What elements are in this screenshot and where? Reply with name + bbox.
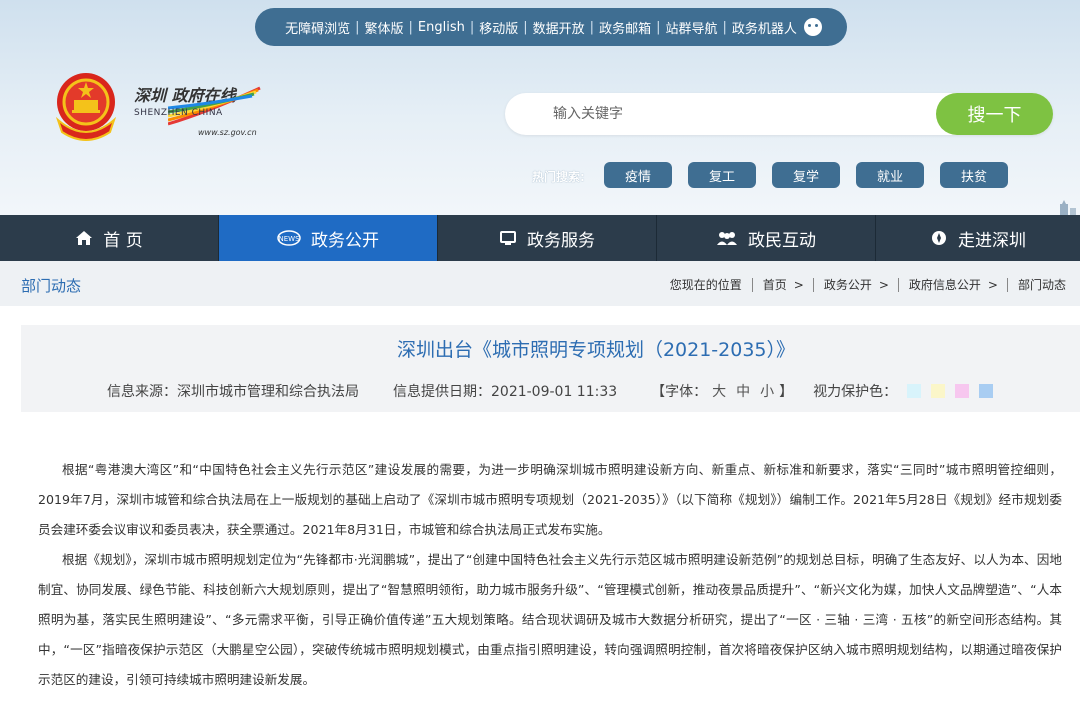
link-accessibility[interactable]: 无障碍浏览 [280, 18, 355, 37]
hot-tag-employment[interactable]: 就业 [856, 162, 924, 188]
article-meta: 信息来源：深圳市城市管理和综合执法局 信息提供日期：2021-09-01 11:… [107, 381, 994, 401]
main-nav: 首 页 NEWS 政务公开 政务服务 政民互动 走进深圳 [0, 215, 1080, 261]
breadcrumb-location-label: 您现在的位置 [669, 278, 742, 292]
article-source: 信息来源：深圳市城市管理和综合执法局 [107, 384, 359, 400]
font-size-close: 】 [779, 384, 794, 400]
breadcrumb: 您现在的位置 首页 > 政务公开 > 政府信息公开 > 部门动态 [666, 276, 1070, 293]
nav-gov-services[interactable]: 政务服务 [438, 215, 657, 261]
nav-about-shenzhen[interactable]: 走进深圳 [876, 215, 1080, 261]
hot-tag-epidemic[interactable]: 疫情 [604, 162, 672, 188]
article-paragraph: 根据《规划》，深圳市城市照明规划定位为“先锋都市·光润鹏城”，提出了“创建中国特… [38, 552, 1062, 687]
eye-color-yellow[interactable] [931, 384, 946, 398]
monitor-icon [500, 231, 516, 245]
font-small-button[interactable]: 小 [760, 381, 774, 401]
eye-color-pink[interactable] [955, 384, 970, 398]
national-emblem-icon [55, 73, 117, 141]
article-header: 深圳出台《城市照明专项规划（2021-2035）》 信息来源：深圳市城市管理和综… [21, 325, 1080, 412]
home-icon [76, 231, 93, 245]
search-input[interactable] [553, 93, 933, 135]
nav-home[interactable]: 首 页 [0, 215, 219, 261]
rainbow-swoosh-icon [168, 86, 261, 126]
font-large-button[interactable]: 大 [712, 381, 726, 401]
search-button[interactable]: 搜一下 [936, 93, 1053, 135]
breadcrumb-gov-info[interactable]: 政府信息公开 [905, 276, 985, 293]
people-icon [717, 232, 737, 245]
breadcrumb-home[interactable]: 首页 [759, 276, 791, 293]
link-traditional[interactable]: 繁体版 [360, 18, 409, 37]
svg-text:NEWS: NEWS [278, 235, 300, 243]
news-icon: NEWS [277, 230, 301, 246]
robot-icon[interactable] [803, 18, 822, 36]
eye-color-cyan[interactable] [907, 384, 922, 398]
hot-tag-work-resumption[interactable]: 复工 [688, 162, 756, 188]
article-date: 信息提供日期：2021-09-01 11:33 [393, 384, 618, 400]
top-links-bar: 无障碍浏览 | 繁体版 | English | 移动版 | 数据开放 | 政务邮… [255, 8, 847, 46]
hot-tag-poverty[interactable]: 扶贫 [940, 162, 1008, 188]
shenzhen-gov-logo[interactable]: 深圳 政府在线 SHENZHEN CHINA www.sz.gov.cn [128, 78, 268, 140]
section-title: 部门动态 [21, 277, 82, 295]
breadcrumb-bar: 部门动态 您现在的位置 首页 > 政务公开 > 政府信息公开 > 部门动态 [0, 261, 1080, 306]
site-header: 无障碍浏览 | 繁体版 | English | 移动版 | 数据开放 | 政务邮… [0, 0, 1080, 215]
font-size-label: 【字体： [651, 384, 708, 400]
nav-interaction[interactable]: 政民互动 [657, 215, 876, 261]
eye-color-blue[interactable] [979, 384, 994, 398]
breadcrumb-gov-affairs[interactable]: 政务公开 [820, 276, 876, 293]
breadcrumb-dept-news[interactable]: 部门动态 [1014, 276, 1070, 293]
link-english[interactable]: English [413, 20, 470, 35]
link-robot[interactable]: 政务机器人 [727, 18, 802, 37]
link-mobile[interactable]: 移动版 [474, 18, 523, 37]
nav-gov-affairs[interactable]: NEWS 政务公开 [219, 215, 438, 261]
article-body: 根据“粤港澳大湾区”和“中国特色社会主义先行示范区”建设发展的需要，为进一步明确… [38, 455, 1062, 695]
hot-search-label: 热门搜索: [532, 170, 585, 184]
compass-icon [932, 231, 946, 245]
article-title: 深圳出台《城市照明专项规划（2021-2035）》 [396, 339, 796, 361]
article-paragraph: 根据“粤港澳大湾区”和“中国特色社会主义先行示范区”建设发展的需要，为进一步明确… [38, 462, 1062, 537]
link-gov-mail[interactable]: 政务邮箱 [594, 18, 656, 37]
skyline-image [1060, 200, 1076, 215]
link-open-data[interactable]: 数据开放 [528, 18, 590, 37]
hot-tag-school-resumption[interactable]: 复学 [772, 162, 840, 188]
font-medium-button[interactable]: 中 [736, 381, 750, 401]
eye-protect-label: 视力保护色： [813, 384, 898, 400]
link-site-nav[interactable]: 站群导航 [660, 18, 722, 37]
